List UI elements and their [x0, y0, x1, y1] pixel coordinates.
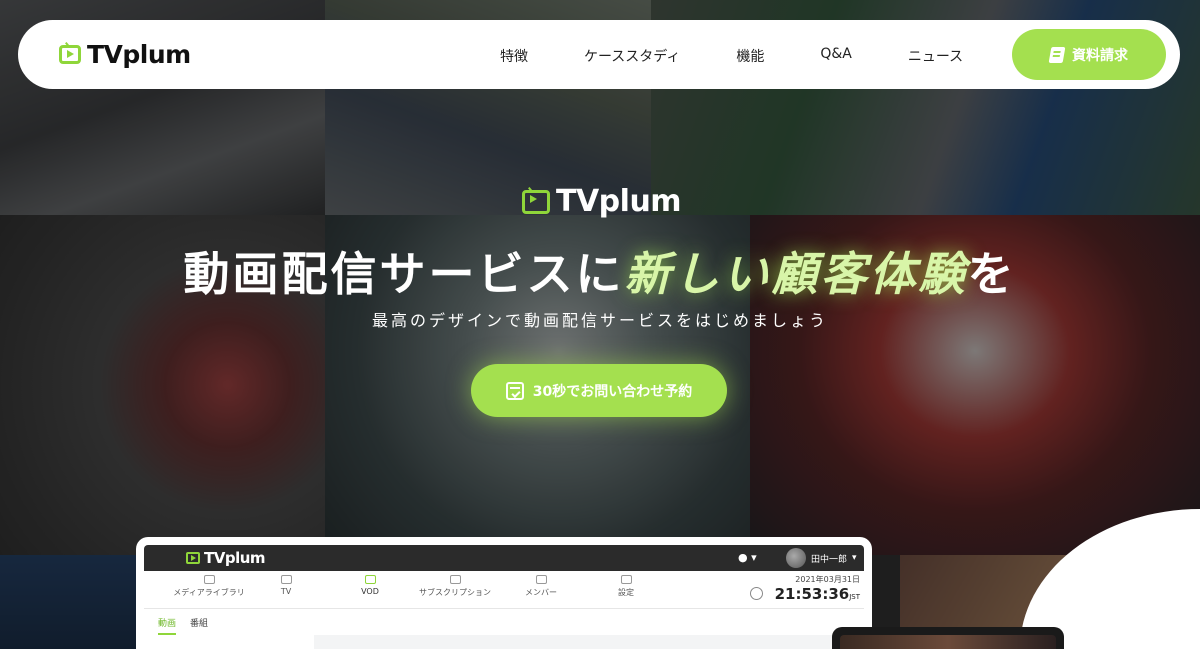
hero-logo: TVplum	[522, 184, 682, 219]
mockup-body	[144, 635, 864, 649]
mockup-logo-text: TVplum	[204, 549, 266, 567]
mockup-clock: 2021年03月31日 21:53:36JST	[750, 574, 860, 603]
nav-functions[interactable]: 機能	[736, 46, 764, 66]
mockup-logo: TVplum	[186, 549, 266, 567]
nav-qa[interactable]: Q&A	[820, 46, 852, 66]
hero-headline: 動画配信サービスに新しい顧客体験を	[0, 238, 1200, 304]
mockup-nav-members: メンバー	[496, 575, 586, 598]
mockup-nav-vod: VOD	[325, 575, 415, 596]
mockup-user-menu: 田中一郎 ▾	[786, 548, 857, 568]
tv-logo-icon	[522, 189, 550, 214]
avatar	[786, 548, 806, 568]
hero-subline: 最高のデザインで動画配信サービスをはじめましょう	[371, 311, 828, 330]
mockup-tab-programs: 番組	[190, 619, 209, 629]
card-icon	[449, 575, 461, 584]
tv-logo-icon	[186, 552, 200, 564]
mockup-nav-subscription: サブスクリプション	[410, 575, 500, 598]
request-docs-label: 資料請求	[1072, 47, 1128, 64]
book-icon	[1048, 46, 1066, 63]
clock-date: 2021年03月31日	[795, 575, 860, 584]
headline-tail: を	[967, 247, 1017, 301]
mockup-nav-label: メンバー	[525, 588, 557, 597]
mockup-tab-videos: 動画	[158, 616, 177, 635]
tv-logo-icon	[59, 45, 81, 64]
contact-reserve-button[interactable]: 30秒でお問い合わせ予約	[471, 364, 727, 417]
user-name: 田中一郎	[811, 554, 848, 565]
request-docs-button[interactable]: 資料請求	[1012, 29, 1166, 80]
mockup-sidebar	[144, 635, 314, 649]
gear-icon	[620, 575, 632, 584]
main-nav: 特徴 ケーススタディ 機能 Q&A ニュース	[500, 46, 963, 66]
mockup-nav-label: VOD	[361, 587, 379, 596]
nav-features[interactable]: 特徴	[500, 46, 528, 66]
mockup-topbar: TVplum ● ▾ 田中一郎 ▾	[144, 545, 864, 571]
site-header: TVplum 特徴 ケーススタディ 機能 Q&A ニュース 資料請求	[18, 20, 1180, 89]
hero-logo-text: TVplum	[556, 184, 682, 219]
clock-icon	[750, 587, 763, 600]
headline-plain: 動画配信サービスに	[183, 247, 625, 301]
mockup-nav-tv: TV	[241, 575, 331, 596]
tv-icon	[280, 575, 292, 584]
globe-icon: ● ▾	[738, 551, 757, 564]
contact-reserve-label: 30秒でお問い合わせ予約	[532, 383, 693, 400]
chevron-down-icon: ▾	[852, 553, 857, 563]
calendar-icon	[505, 381, 524, 400]
dashboard-mockup: TVplum ● ▾ 田中一郎 ▾ メディアライブラリ TV VOD サブスクリ…	[136, 537, 872, 649]
mockup-nav-label: TV	[280, 587, 292, 596]
folder-icon	[203, 575, 215, 584]
mockup-nav-label: メディアライブラリ	[173, 588, 245, 597]
clock-time: 21:53:36JST	[750, 585, 860, 603]
mockup-tabs: 動画 番組	[158, 616, 208, 635]
members-icon	[535, 575, 547, 584]
mockup-nav-label: 設定	[618, 588, 634, 597]
mockup-nav-label: サブスクリプション	[419, 588, 491, 597]
clock-tz: JST	[849, 593, 860, 601]
mockup-nav: メディアライブラリ TV VOD サブスクリプション メンバー 設定 2021年…	[144, 571, 864, 609]
nav-news[interactable]: ニュース	[908, 46, 963, 66]
header-logo[interactable]: TVplum	[59, 40, 191, 69]
headline-accent: 新しい顧客体験	[624, 247, 968, 301]
mockup-nav-settings: 設定	[581, 575, 671, 598]
mockup-video-card	[832, 627, 1064, 649]
logo-text: TVplum	[87, 40, 191, 69]
clock-time-value: 21:53:36	[774, 585, 850, 603]
play-icon	[364, 575, 376, 584]
nav-case-study[interactable]: ケーススタディ	[584, 46, 680, 66]
